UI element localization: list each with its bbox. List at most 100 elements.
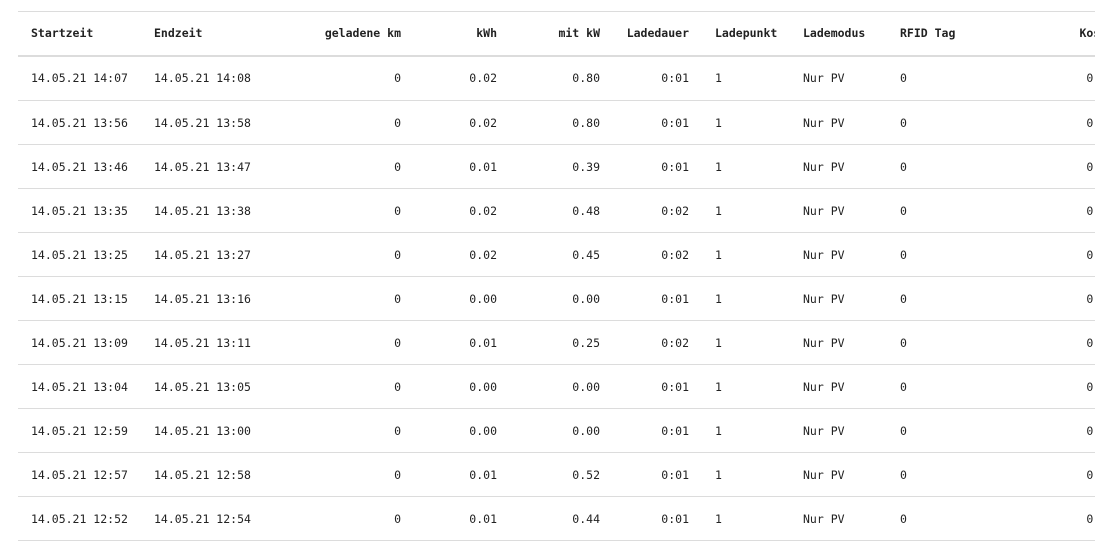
cell-endzeit: 14.05.21 13:27 — [154, 247, 251, 262]
cell-endzeit: 14.05.21 12:54 — [154, 511, 251, 526]
cell-kosten: 0.00€ — [1086, 203, 1095, 218]
cell-lademodus: Nur PV — [803, 115, 845, 130]
header-kwh[interactable]: kWh — [401, 11, 497, 57]
charging-log-table: Startzeit Endzeit geladene km kWh mit kW… — [18, 11, 1095, 541]
cell-kwh: 0.02 — [469, 115, 497, 130]
header-row: Startzeit Endzeit geladene km kWh mit kW… — [18, 11, 1095, 57]
cell-ladedauer: 0:02 — [661, 203, 689, 218]
cell-mit-kw: 0.25 — [572, 335, 600, 350]
header-kosten[interactable]: Kosten — [1014, 11, 1095, 57]
cell-ladepunkt: 1 — [715, 203, 722, 218]
cell-lademodus: Nur PV — [803, 247, 845, 262]
cell-rfid-tag: 0 — [900, 511, 907, 526]
cell-ladepunkt: 1 — [715, 423, 722, 438]
cell-kosten: 0.00€ — [1086, 115, 1095, 130]
cell-kosten: 0.00€ — [1086, 423, 1095, 438]
cell-startzeit: 14.05.21 13:46 — [31, 159, 128, 174]
cell-lademodus: Nur PV — [803, 291, 845, 306]
cell-ladepunkt: 1 — [715, 71, 722, 86]
table-header: Startzeit Endzeit geladene km kWh mit kW… — [18, 11, 1095, 57]
cell-endzeit: 14.05.21 13:38 — [154, 203, 251, 218]
header-rfid-tag[interactable]: RFID Tag — [900, 11, 1014, 57]
cell-ladepunkt: 1 — [715, 379, 722, 394]
cell-rfid-tag: 0 — [900, 203, 907, 218]
cell-kosten: 0.00€ — [1086, 159, 1095, 174]
header-mit-kw[interactable]: mit kW — [497, 11, 600, 57]
cell-endzeit: 14.05.21 13:11 — [154, 335, 251, 350]
cell-lademodus: Nur PV — [803, 159, 845, 174]
cell-rfid-tag: 0 — [900, 335, 907, 350]
cell-rfid-tag: 0 — [900, 71, 907, 86]
cell-kosten: 0.00€ — [1086, 467, 1095, 482]
cell-startzeit: 14.05.21 13:09 — [31, 335, 128, 350]
cell-mit-kw: 0.00 — [572, 291, 600, 306]
cell-ladedauer: 0:01 — [661, 115, 689, 130]
cell-rfid-tag: 0 — [900, 159, 907, 174]
cell-lademodus: Nur PV — [803, 71, 845, 86]
cell-mit-kw: 0.52 — [572, 467, 600, 482]
cell-mit-kw: 0.39 — [572, 159, 600, 174]
cell-lademodus: Nur PV — [803, 379, 845, 394]
header-lademodus[interactable]: Lademodus — [803, 11, 900, 57]
cell-mit-kw: 0.00 — [572, 379, 600, 394]
header-endzeit[interactable]: Endzeit — [154, 11, 291, 57]
cell-geladene-km: 0 — [394, 291, 401, 306]
cell-kosten: 0.00€ — [1086, 335, 1095, 350]
cell-startzeit: 14.05.21 13:25 — [31, 247, 128, 262]
table-row: 14.05.21 12:57 14.05.21 12:58 0 0.01 0.52 0:0… — [18, 453, 1095, 497]
cell-endzeit: 14.05.21 13:58 — [154, 115, 251, 130]
cell-ladepunkt: 1 — [715, 291, 722, 306]
cell-startzeit: 14.05.21 14:07 — [31, 71, 128, 86]
table-row: 14.05.21 12:59 14.05.21 13:00 0 0.00 0.00 0:0… — [18, 409, 1095, 453]
cell-kwh: 0.00 — [469, 291, 497, 306]
cell-geladene-km: 0 — [394, 159, 401, 174]
cell-startzeit: 14.05.21 13:04 — [31, 379, 128, 394]
header-startzeit[interactable]: Startzeit — [18, 11, 154, 57]
cell-kosten: 0.00€ — [1086, 71, 1095, 86]
table-row: 14.05.21 12:52 14.05.21 12:54 0 0.01 0.44 0:0… — [18, 497, 1095, 541]
cell-startzeit: 14.05.21 13:35 — [31, 203, 128, 218]
cell-geladene-km: 0 — [394, 467, 401, 482]
table-row: 14.05.21 13:15 14.05.21 13:16 0 0.00 0.00 0:0… — [18, 277, 1095, 321]
cell-rfid-tag: 0 — [900, 467, 907, 482]
cell-rfid-tag: 0 — [900, 291, 907, 306]
cell-rfid-tag: 0 — [900, 115, 907, 130]
cell-mit-kw: 0.45 — [572, 247, 600, 262]
cell-ladedauer: 0:01 — [661, 423, 689, 438]
cell-startzeit: 14.05.21 12:59 — [31, 423, 128, 438]
cell-endzeit: 14.05.21 13:47 — [154, 159, 251, 174]
cell-ladepunkt: 1 — [715, 159, 722, 174]
cell-lademodus: Nur PV — [803, 423, 845, 438]
cell-kosten: 0.00€ — [1086, 291, 1095, 306]
cell-kwh: 0.00 — [469, 379, 497, 394]
cell-geladene-km: 0 — [394, 247, 401, 262]
cell-geladene-km: 0 — [394, 335, 401, 350]
cell-kosten: 0.00€ — [1086, 247, 1095, 262]
table-row: 14.05.21 13:35 14.05.21 13:38 0 0.02 0.48 0:0… — [18, 189, 1095, 233]
cell-kwh: 0.02 — [469, 247, 497, 262]
cell-ladepunkt: 1 — [715, 335, 722, 350]
table-row: 14.05.21 14:07 14.05.21 14:08 0 0.02 0.80 0:0… — [18, 56, 1095, 101]
header-ladedauer[interactable]: Ladedauer — [600, 11, 689, 57]
cell-endzeit: 14.05.21 13:05 — [154, 379, 251, 394]
cell-ladedauer: 0:02 — [661, 247, 689, 262]
cell-geladene-km: 0 — [394, 423, 401, 438]
header-geladene-km[interactable]: geladene km — [291, 11, 401, 57]
cell-geladene-km: 0 — [394, 379, 401, 394]
table-row: 14.05.21 13:09 14.05.21 13:11 0 0.01 0.25 0:0… — [18, 321, 1095, 365]
header-ladepunkt[interactable]: Ladepunkt — [689, 11, 803, 57]
cell-kwh: 0.01 — [469, 511, 497, 526]
cell-kwh: 0.02 — [469, 203, 497, 218]
table-row: 14.05.21 13:25 14.05.21 13:27 0 0.02 0.45 0:0… — [18, 233, 1095, 277]
cell-startzeit: 14.05.21 13:56 — [31, 115, 128, 130]
cell-ladedauer: 0:01 — [661, 71, 689, 86]
cell-kosten: 0.00€ — [1086, 511, 1095, 526]
cell-ladedauer: 0:01 — [661, 159, 689, 174]
cell-startzeit: 14.05.21 12:52 — [31, 511, 128, 526]
cell-geladene-km: 0 — [394, 115, 401, 130]
cell-ladedauer: 0:02 — [661, 335, 689, 350]
cell-startzeit: 14.05.21 13:15 — [31, 291, 128, 306]
cell-mit-kw: 0.44 — [572, 511, 600, 526]
table-row: 14.05.21 13:56 14.05.21 13:58 0 0.02 0.80 0:0… — [18, 101, 1095, 145]
cell-mit-kw: 0.80 — [572, 71, 600, 86]
